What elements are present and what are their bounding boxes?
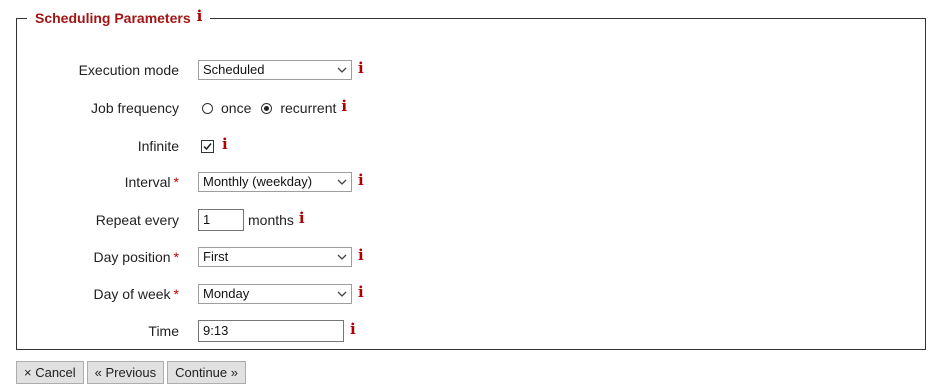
infinite-checkbox[interactable] (201, 139, 214, 153)
checkmark-icon (203, 142, 212, 150)
required-marker: * (173, 249, 179, 265)
frequency-once-radio[interactable] (202, 102, 213, 114)
section-title-text: Scheduling Parameters (35, 10, 191, 26)
scheduling-page: Scheduling Parameters i Execution mode Sc… (0, 0, 936, 390)
scheduling-parameters-panel: Scheduling Parameters i Execution mode Sc… (16, 9, 926, 350)
info-icon[interactable]: i (222, 136, 228, 152)
required-marker: * (173, 286, 179, 302)
info-icon[interactable]: i (341, 98, 347, 114)
repeat-every-label: Repeat every (95, 212, 179, 228)
info-icon[interactable]: i (350, 321, 356, 337)
interval-value: Monthly (weekday) (203, 174, 313, 189)
job-frequency-label: Job frequency (91, 100, 179, 116)
interval-label: Interval (124, 174, 171, 190)
execution-mode-label: Execution mode (78, 62, 179, 78)
wizard-button-bar: × Cancel « Previous Continue » (16, 361, 246, 384)
infinite-label: Infinite (137, 138, 179, 154)
required-marker: * (173, 174, 179, 190)
interval-select[interactable]: Monthly (weekday) (198, 172, 352, 192)
execution-mode-select[interactable]: Scheduled (198, 60, 352, 80)
continue-button[interactable]: Continue » (167, 361, 246, 384)
info-icon[interactable]: i (358, 172, 364, 188)
day-of-week-label: Day of week (93, 286, 171, 302)
day-of-week-select[interactable]: Monday (198, 284, 352, 304)
frequency-recurrent-radio[interactable] (261, 102, 273, 114)
repeat-every-value: 1 (203, 212, 211, 227)
time-input[interactable]: 9:13 (198, 320, 344, 342)
info-icon[interactable]: i (358, 284, 364, 300)
frequency-recurrent-label[interactable]: recurrent (280, 100, 336, 116)
frequency-once-label[interactable]: once (221, 100, 251, 116)
time-label: Time (148, 323, 179, 339)
cancel-button[interactable]: × Cancel (16, 361, 84, 384)
info-icon[interactable]: i (358, 60, 364, 76)
time-value: 9:13 (203, 323, 229, 338)
repeat-every-unit: months (248, 212, 294, 228)
section-title: Scheduling Parameters i (27, 9, 210, 26)
repeat-every-input[interactable]: 1 (198, 209, 244, 231)
previous-button[interactable]: « Previous (86, 361, 165, 384)
chevron-down-icon (337, 291, 347, 297)
day-position-select[interactable]: First (198, 247, 352, 267)
day-of-week-label-group: Day of week * (17, 286, 180, 302)
day-position-value: First (203, 249, 229, 264)
execution-mode-value: Scheduled (203, 62, 265, 77)
day-position-label: Day position (93, 249, 171, 265)
day-position-label-group: Day position * (17, 249, 180, 265)
info-icon[interactable]: i (299, 210, 305, 226)
day-of-week-value: Monday (203, 286, 250, 301)
info-icon[interactable]: i (197, 9, 203, 24)
chevron-down-icon (337, 254, 347, 260)
info-icon[interactable]: i (358, 247, 364, 263)
interval-label-group: Interval * (17, 174, 179, 190)
chevron-down-icon (337, 179, 347, 185)
chevron-down-icon (337, 67, 347, 73)
